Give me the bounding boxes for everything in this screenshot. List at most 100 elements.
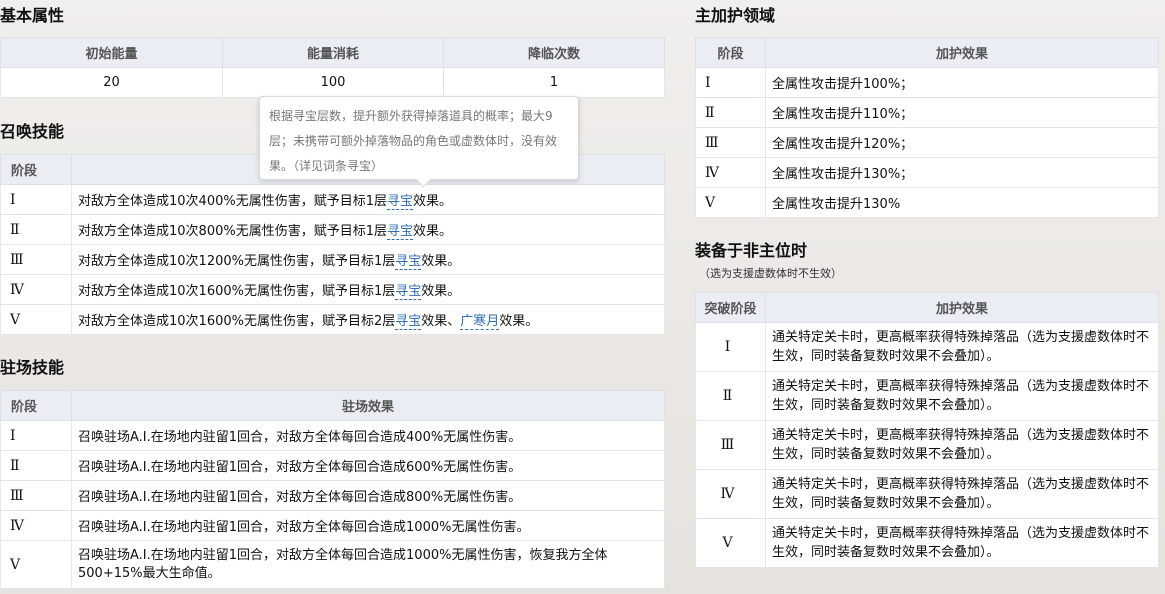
summon-skill-heading: 召唤技能 — [0, 122, 65, 141]
stage-cell: Ⅳ — [0, 274, 72, 305]
stage-cell: Ⅴ — [695, 518, 766, 568]
non-main-heading: 装备于非主位时 — [695, 241, 808, 260]
station-skill-heading: 驻场技能 — [0, 358, 65, 377]
main-protect-table: 阶段 加护效果 Ⅰ 全属性攻击提升100%； Ⅱ 全属性攻击提升110%； Ⅲ … — [695, 37, 1159, 218]
treasure-keyword-link[interactable]: 寻宝 — [386, 194, 413, 210]
stage-cell: Ⅴ — [695, 187, 766, 218]
basic-attributes-heading: 基本属性 — [0, 6, 65, 25]
station-effect-cell: 召唤驻场A.I.在场地内驻留1回合，对敌方全体每回合造成1000%无属性伤害，恢… — [71, 540, 665, 589]
table-header-row: 初始能量 能量消耗 降临次数 — [0, 37, 665, 68]
header-protect-effect: 加护效果 — [765, 37, 1159, 68]
stage-cell: Ⅱ — [0, 450, 72, 481]
stage-cell: Ⅰ — [0, 184, 72, 215]
header-energy-cost: 能量消耗 — [222, 37, 444, 68]
stage-cell: Ⅳ — [695, 469, 766, 519]
effect-text: 对敌方全体造成10次400%无属性伤害，赋予目标1层 — [78, 194, 387, 209]
non-main-effect-cell: 通关特定关卡时，更高概率获得特殊掉落品（选为支援虚数体时不生效，同时装备复数时效… — [765, 420, 1159, 470]
table-row: Ⅳ 通关特定关卡时，更高概率获得特殊掉落品（选为支援虚数体时不生效，同时装备复数… — [695, 469, 1159, 519]
protect-effect-cell: 全属性攻击提升100%； — [765, 67, 1159, 98]
header-stage: 阶段 — [0, 154, 72, 185]
effect-text: 对敌方全体造成10次1200%无属性伤害，赋予目标1层 — [78, 254, 396, 269]
table-row: Ⅱ 召唤驻场A.I.在场地内驻留1回合，对敌方全体每回合造成600%无属性伤害。 — [0, 450, 665, 481]
stage-cell: Ⅱ — [695, 97, 766, 128]
effect-text: 对敌方全体造成10次1600%无属性伤害，赋予目标1层 — [78, 284, 396, 299]
main-protect-heading: 主加护领域 — [695, 6, 776, 25]
energy-cost-value: 100 — [222, 67, 444, 98]
stage-cell: Ⅲ — [0, 244, 72, 275]
effect-text: 对敌方全体造成10次800%无属性伤害，赋予目标1层 — [78, 224, 387, 239]
non-main-table: 突破阶段 加护效果 Ⅰ 通关特定关卡时，更高概率获得特殊掉落品（选为支援虚数体时… — [695, 292, 1159, 568]
summon-effect-cell: 对敌方全体造成10次1600%无属性伤害，赋予目标2层寻宝效果、广寒月效果。 — [71, 304, 665, 335]
stage-cell: Ⅰ — [695, 322, 766, 372]
stage-cell: Ⅲ — [0, 480, 72, 511]
summon-effect-cell: 对敌方全体造成10次1200%无属性伤害，赋予目标1层寻宝效果。 — [71, 244, 665, 275]
stage-cell: Ⅱ — [695, 371, 766, 421]
table-row: Ⅴ 通关特定关卡时，更高概率获得特殊掉落品（选为支援虚数体时不生效，同时装备复数… — [695, 518, 1159, 568]
protect-effect-cell: 全属性攻击提升110%； — [765, 97, 1159, 128]
treasure-keyword-link[interactable]: 寻宝 — [386, 224, 413, 240]
table-row: Ⅳ 对敌方全体造成10次1600%无属性伤害，赋予目标1层寻宝效果。 — [0, 274, 665, 305]
header-station-effect: 驻场效果 — [71, 390, 665, 421]
table-row: Ⅳ 全属性攻击提升130%； — [695, 157, 1159, 188]
table-row: Ⅱ 通关特定关卡时，更高概率获得特殊掉落品（选为支援虚数体时不生效，同时装备复数… — [695, 371, 1159, 421]
treasure-keyword-link[interactable]: 寻宝 — [395, 314, 422, 330]
station-effect-cell: 召唤驻场A.I.在场地内驻留1回合，对敌方全体每回合造成1000%无属性伤害。 — [71, 510, 665, 541]
effect-text: 效果。 — [413, 194, 453, 209]
summon-skill-table: 阶段 Ⅰ 对敌方全体造成10次400%无属性伤害，赋予目标1层寻宝效果。 Ⅱ 对… — [0, 154, 665, 335]
table-row: Ⅴ 全属性攻击提升130% — [695, 187, 1159, 218]
table-row: Ⅱ 对敌方全体造成10次800%无属性伤害，赋予目标1层寻宝效果。 — [0, 214, 665, 245]
table-header-row: 阶段 驻场效果 — [0, 390, 665, 421]
stage-cell: Ⅰ — [695, 67, 766, 98]
header-break-stage: 突破阶段 — [695, 292, 766, 323]
descent-count-value: 1 — [443, 67, 665, 98]
effect-text: 效果。 — [413, 224, 453, 239]
stage-cell: Ⅴ — [0, 540, 72, 589]
protect-effect-cell: 全属性攻击提升120%； — [765, 127, 1159, 158]
table-row: Ⅲ 通关特定关卡时，更高概率获得特殊掉落品（选为支援虚数体时不生效，同时装备复数… — [695, 420, 1159, 470]
header-descent-count: 降临次数 — [443, 37, 665, 68]
treasure-tooltip: 根据寻宝层数，提升额外获得掉落道具的概率；最大9层；未携带可额外掉落物品的角色或… — [259, 96, 579, 180]
table-row: Ⅴ 召唤驻场A.I.在场地内驻留1回合，对敌方全体每回合造成1000%无属性伤害… — [0, 540, 665, 589]
header-stage: 阶段 — [695, 37, 766, 68]
effect-text: 效果。 — [421, 254, 461, 269]
header-stage: 阶段 — [0, 390, 72, 421]
non-main-note: （选为支援虚数体时不生效） — [699, 267, 842, 280]
effect-text: 效果。 — [499, 314, 539, 329]
moon-keyword-link[interactable]: 广寒月 — [460, 314, 500, 330]
table-row: Ⅴ 对敌方全体造成10次1600%无属性伤害，赋予目标2层寻宝效果、广寒月效果。 — [0, 304, 665, 335]
stage-cell: Ⅰ — [0, 420, 72, 451]
non-main-effect-cell: 通关特定关卡时，更高概率获得特殊掉落品（选为支援虚数体时不生效，同时装备复数时效… — [765, 469, 1159, 519]
effect-text: 效果、 — [421, 314, 461, 329]
station-skill-table: 阶段 驻场效果 Ⅰ 召唤驻场A.I.在场地内驻留1回合，对敌方全体每回合造成40… — [0, 390, 665, 589]
summon-effect-cell: 对敌方全体造成10次1600%无属性伤害，赋予目标1层寻宝效果。 — [71, 274, 665, 305]
non-main-effect-cell: 通关特定关卡时，更高概率获得特殊掉落品（选为支援虚数体时不生效，同时装备复数时效… — [765, 322, 1159, 372]
treasure-keyword-link[interactable]: 寻宝 — [395, 284, 422, 300]
non-main-effect-cell: 通关特定关卡时，更高概率获得特殊掉落品（选为支援虚数体时不生效，同时装备复数时效… — [765, 518, 1159, 568]
station-effect-cell: 召唤驻场A.I.在场地内驻留1回合，对敌方全体每回合造成800%无属性伤害。 — [71, 480, 665, 511]
table-row: Ⅳ 召唤驻场A.I.在场地内驻留1回合，对敌方全体每回合造成1000%无属性伤害… — [0, 510, 665, 541]
stage-cell: Ⅲ — [695, 127, 766, 158]
basic-attributes-table: 初始能量 能量消耗 降临次数 20 100 1 — [0, 37, 665, 98]
table-row: 20 100 1 — [0, 67, 665, 98]
stage-cell: Ⅴ — [0, 304, 72, 335]
header-protect-effect: 加护效果 — [765, 292, 1159, 323]
summon-effect-cell: 对敌方全体造成10次800%无属性伤害，赋予目标1层寻宝效果。 — [71, 214, 665, 245]
table-row: Ⅲ 召唤驻场A.I.在场地内驻留1回合，对敌方全体每回合造成800%无属性伤害。 — [0, 480, 665, 511]
station-effect-cell: 召唤驻场A.I.在场地内驻留1回合，对敌方全体每回合造成400%无属性伤害。 — [71, 420, 665, 451]
table-row: Ⅰ 通关特定关卡时，更高概率获得特殊掉落品（选为支援虚数体时不生效，同时装备复数… — [695, 322, 1159, 372]
effect-text: 对敌方全体造成10次1600%无属性伤害，赋予目标2层 — [78, 314, 396, 329]
table-row: Ⅰ 召唤驻场A.I.在场地内驻留1回合，对敌方全体每回合造成400%无属性伤害。 — [0, 420, 665, 451]
stage-cell: Ⅳ — [695, 157, 766, 188]
table-header-row: 阶段 加护效果 — [695, 37, 1159, 68]
protect-effect-cell: 全属性攻击提升130%； — [765, 157, 1159, 188]
table-row: Ⅰ 对敌方全体造成10次400%无属性伤害，赋予目标1层寻宝效果。 — [0, 184, 665, 215]
treasure-keyword-link[interactable]: 寻宝 — [395, 254, 422, 270]
table-row: Ⅰ 全属性攻击提升100%； — [695, 67, 1159, 98]
stage-cell: Ⅱ — [0, 214, 72, 245]
non-main-effect-cell: 通关特定关卡时，更高概率获得特殊掉落品（选为支援虚数体时不生效，同时装备复数时效… — [765, 371, 1159, 421]
table-header-row: 突破阶段 加护效果 — [695, 292, 1159, 323]
table-row: Ⅲ 对敌方全体造成10次1200%无属性伤害，赋予目标1层寻宝效果。 — [0, 244, 665, 275]
header-initial-energy: 初始能量 — [0, 37, 223, 68]
table-row: Ⅲ 全属性攻击提升120%； — [695, 127, 1159, 158]
initial-energy-value: 20 — [0, 67, 223, 98]
